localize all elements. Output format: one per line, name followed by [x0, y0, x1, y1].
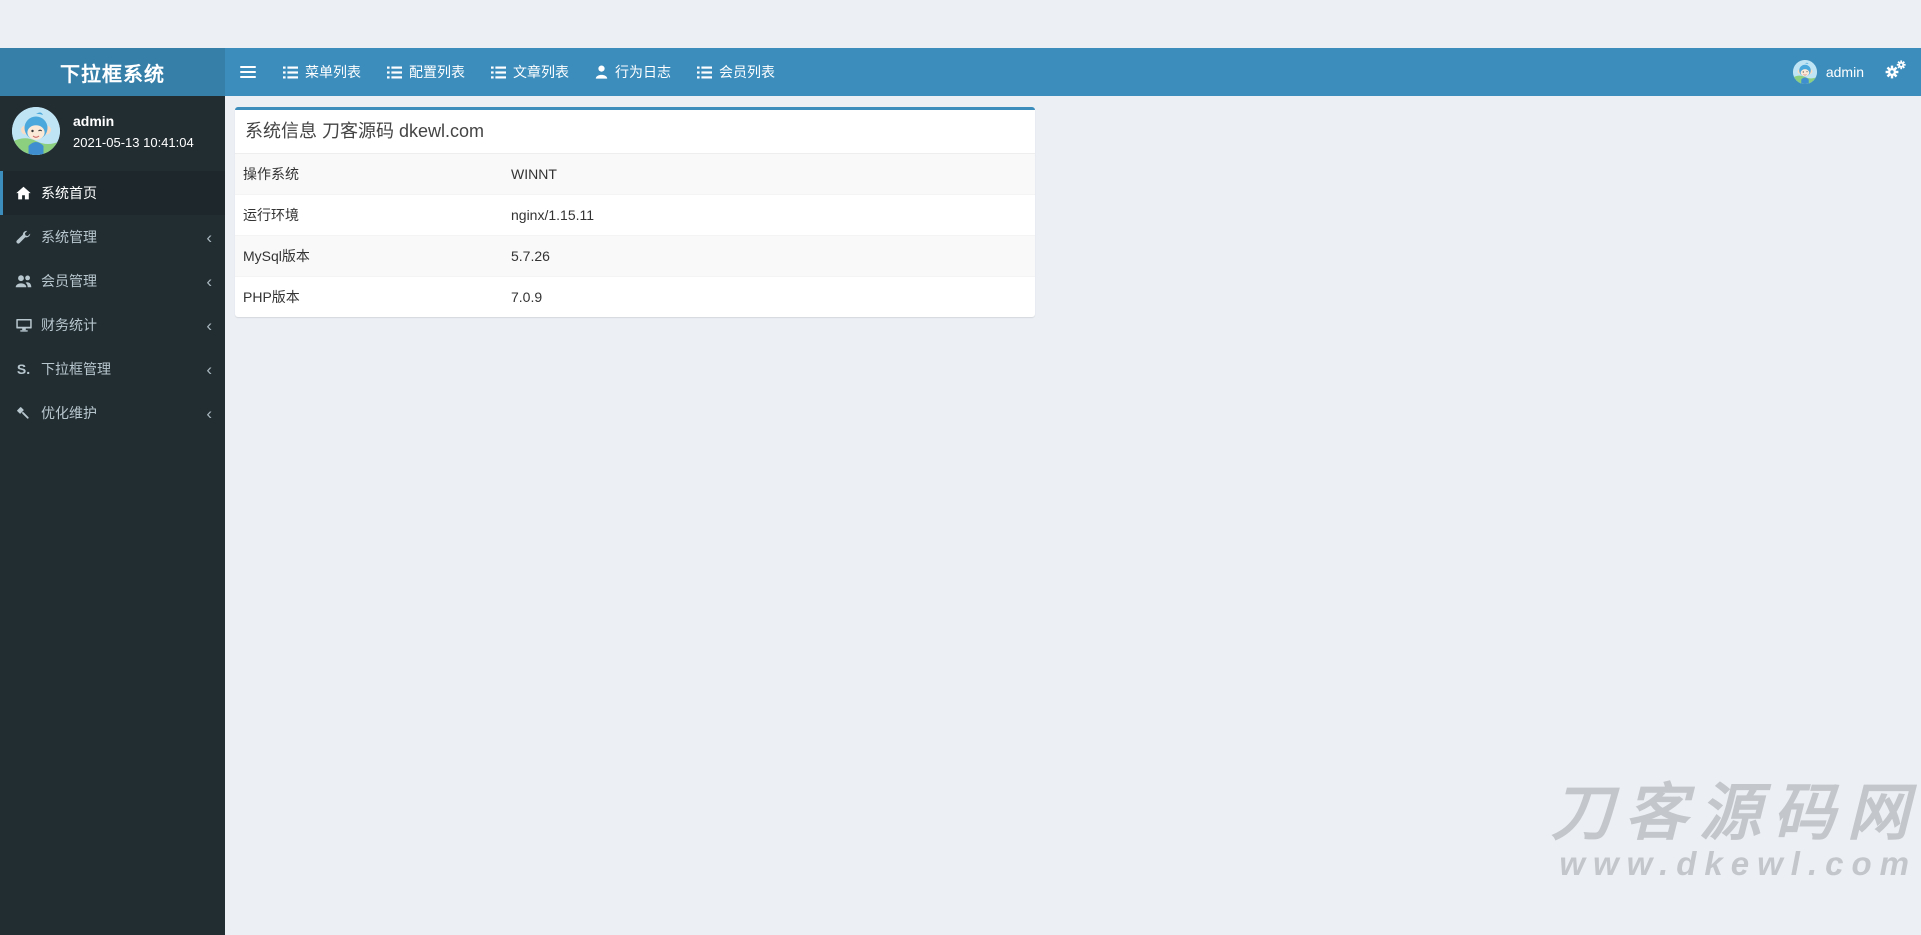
stripe-s-icon: S. — [16, 361, 31, 377]
chevron-left-icon: ‹ — [206, 227, 212, 247]
navbar-right: admin — [1792, 48, 1921, 96]
hamburger-icon — [239, 63, 256, 81]
nav-item-label: 行为日志 — [615, 64, 671, 80]
navbar-username: admin — [1825, 64, 1864, 80]
sidebar-item-label: 会员管理 — [41, 273, 97, 289]
list-icon — [697, 66, 712, 79]
nav-item-label: 菜单列表 — [305, 64, 361, 80]
nav-item-article-list[interactable]: 文章列表 — [478, 48, 582, 96]
system-info-table: 操作系统 WINNT 运行环境 nginx/1.15.11 MySql版本 5.… — [235, 154, 1035, 318]
content-wrapper: 系统首页 系统首页 系统信息 刀客源码 dkewl.com 操作系统 WINNT — [225, 48, 1921, 887]
settings-button[interactable] — [1884, 59, 1906, 85]
user-avatar — [1792, 60, 1817, 84]
sidebar-menu: 系统首页 系统管理 ‹ 会员管理 ‹ 财务统计 ‹ S. 下拉框管理 ‹ 优化维… — [0, 171, 225, 435]
table-row: PHP版本 7.0.9 — [235, 276, 1035, 318]
table-row: 操作系统 WINNT — [235, 154, 1035, 195]
sidebar-item-optimize-maintain[interactable]: 优化维护 ‹ — [0, 391, 225, 435]
sidebar-item-label: 优化维护 — [41, 405, 97, 421]
row-value: nginx/1.15.11 — [503, 194, 1035, 236]
navbar-user-menu[interactable]: admin — [1792, 60, 1864, 84]
row-value: 5.7.26 — [503, 235, 1035, 277]
sidebar-toggle-button[interactable] — [225, 48, 270, 96]
nav-item-behavior-log[interactable]: 行为日志 — [582, 48, 684, 96]
sidebar-item-system-management[interactable]: 系统管理 ‹ — [0, 215, 225, 259]
nav-item-member-list[interactable]: 会员列表 — [684, 48, 788, 96]
nav-item-config-list[interactable]: 配置列表 — [374, 48, 478, 96]
wrench-icon — [15, 230, 32, 245]
watermark: 刀客源码网 www.dkewl.com — [1551, 782, 1909, 883]
user-icon — [595, 65, 608, 79]
users-icon — [15, 274, 32, 288]
panel-header: 系统信息 刀客源码 dkewl.com — [235, 110, 1035, 155]
list-icon — [491, 66, 506, 79]
watermark-line2: www.dkewl.com — [1559, 845, 1917, 883]
panel-body: 操作系统 WINNT 运行环境 nginx/1.15.11 MySql版本 5.… — [235, 154, 1035, 318]
nav-item-label: 文章列表 — [513, 64, 569, 80]
sidebar-item-label: 系统管理 — [41, 229, 97, 245]
sidebar-item-home[interactable]: 系统首页 — [0, 171, 225, 215]
sidebar-item-label: 系统首页 — [41, 185, 97, 201]
panel-title: 系统信息 刀客源码 dkewl.com — [245, 121, 485, 141]
chevron-left-icon: ‹ — [206, 271, 212, 291]
top-navbar: 下拉框系统 菜单列表 配置列表 文章列表 行为日志 会员列表 admin — [0, 48, 1921, 96]
sidebar-item-dropdown-management[interactable]: S. 下拉框管理 ‹ — [0, 347, 225, 391]
system-info-panel: 系统信息 刀客源码 dkewl.com 操作系统 WINNT 运行环境 ngin… — [235, 107, 1035, 318]
content-body: 系统信息 刀客源码 dkewl.com 操作系统 WINNT 运行环境 ngin… — [225, 107, 1921, 318]
nav-item-label: 会员列表 — [719, 64, 775, 80]
sidebar-username: admin — [73, 112, 115, 129]
sidebar-item-member-management[interactable]: 会员管理 ‹ — [0, 259, 225, 303]
chevron-left-icon: ‹ — [206, 315, 212, 335]
nav-item-label: 配置列表 — [409, 64, 465, 80]
row-value: WINNT — [511, 166, 557, 183]
table-row: MySql版本 5.7.26 — [235, 235, 1035, 277]
brand-logo[interactable]: 下拉框系统 — [0, 48, 225, 96]
sidebar-user-avatar — [12, 107, 60, 155]
list-icon — [283, 66, 298, 79]
row-label: 运行环境 — [235, 194, 503, 236]
watermark-line1: 刀客源码网 — [1550, 778, 1921, 848]
chevron-left-icon: ‹ — [206, 403, 212, 423]
sidebar-item-label: 财务统计 — [41, 317, 97, 333]
desktop-icon — [15, 318, 32, 332]
navbar: 菜单列表 配置列表 文章列表 行为日志 会员列表 admin — [225, 48, 1921, 96]
row-label: MySql版本 — [235, 235, 503, 277]
row-value: 7.0.9 — [503, 276, 1035, 318]
row-label: 操作系统 — [243, 166, 299, 183]
table-row: 运行环境 nginx/1.15.11 — [235, 194, 1035, 236]
sidebar-item-label: 下拉框管理 — [41, 361, 111, 377]
row-label: PHP版本 — [235, 276, 503, 318]
list-icon — [387, 66, 402, 79]
chevron-left-icon: ‹ — [206, 359, 212, 379]
sidebar-user-panel: admin 2021-05-13 10:41:04 — [0, 96, 225, 168]
sidebar-login-time: 2021-05-13 10:41:04 — [73, 134, 194, 150]
gavel-icon — [15, 406, 32, 421]
nav-item-menu-list[interactable]: 菜单列表 — [270, 48, 374, 96]
sidebar: admin 2021-05-13 10:41:04 系统首页 系统管理 ‹ 会员… — [0, 96, 225, 935]
home-icon — [15, 186, 32, 200]
sidebar-item-finance-stats[interactable]: 财务统计 ‹ — [0, 303, 225, 347]
gears-icon — [1884, 59, 1906, 85]
